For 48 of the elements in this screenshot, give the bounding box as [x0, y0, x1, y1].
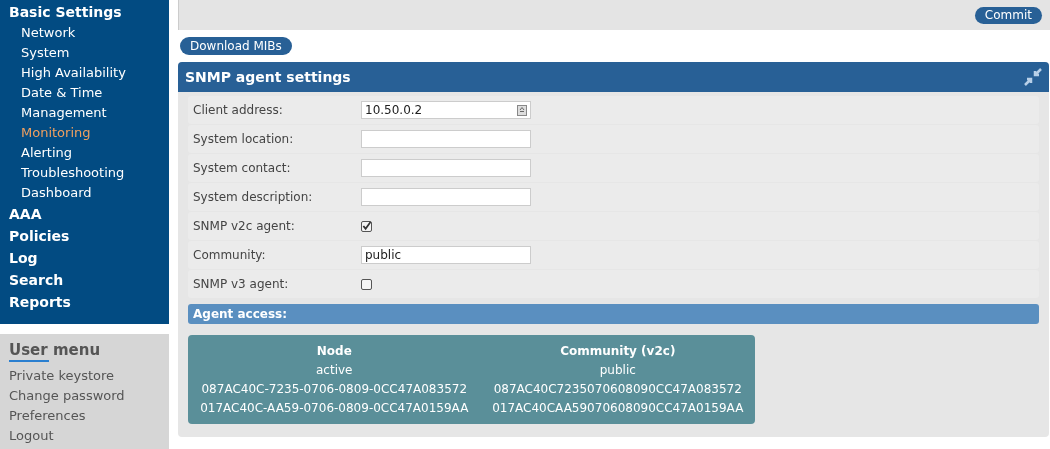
table-cell-text: 087AC40C-7235-0706-0809-0CC47A083572 — [200, 381, 469, 398]
nav-section-link[interactable]: AAA — [9, 203, 42, 225]
collapse-icon[interactable] — [1024, 68, 1042, 86]
column-header: Community (v2c) — [559, 343, 677, 360]
field-label: System location: — [193, 131, 295, 148]
nav-link[interactable]: Alerting — [9, 143, 73, 163]
nav-section-link[interactable]: Policies — [9, 225, 70, 247]
picker-icon[interactable] — [517, 104, 527, 116]
field-label: SNMP v3 agent: — [193, 276, 290, 293]
nav-link[interactable]: Monitoring — [9, 123, 91, 143]
user-menu-title: User menu — [9, 340, 101, 360]
table-cell-text: 087AC40C7235070608090CC47A083572 — [492, 381, 743, 398]
table-cell-text: active — [315, 362, 354, 379]
input-field[interactable]: public — [361, 246, 531, 264]
input-field[interactable]: 10.50.0.2 — [361, 101, 531, 119]
nav-link[interactable]: Dashboard — [9, 183, 92, 203]
section-title: Agent access: — [193, 306, 288, 323]
field-label: Community: — [193, 247, 267, 264]
column-header: Node — [315, 343, 353, 360]
nav-link[interactable]: Management — [9, 103, 107, 123]
checkbox[interactable] — [361, 278, 372, 290]
input-field[interactable] — [361, 130, 531, 148]
nav-section-link[interactable]: Search — [9, 269, 64, 291]
user-menu-link[interactable]: Preferences — [9, 406, 86, 426]
nav-link[interactable]: High Availability — [9, 63, 126, 83]
nav-link[interactable]: Network — [9, 23, 76, 43]
table-cell-text: 017AC40CAA59070608090CC47A0159AA — [491, 400, 745, 417]
nav-link[interactable]: Date & Time — [9, 83, 103, 103]
field-label: SNMP v2c agent: — [193, 218, 296, 235]
field-label: System contact: — [193, 160, 292, 177]
table-cell-text: public — [598, 362, 637, 379]
commit-button[interactable]: Commit — [974, 6, 1042, 24]
checkbox[interactable] — [361, 220, 372, 232]
table-cell-text: 017AC40C-AA59-0706-0809-0CC47A0159AA — [199, 400, 470, 417]
field-label: System description: — [193, 189, 314, 206]
input-field[interactable] — [361, 159, 531, 177]
nav-section-link[interactable]: Reports — [9, 291, 71, 313]
user-menu-link[interactable]: Private keystore — [9, 366, 115, 386]
user-menu-link[interactable]: Logout — [9, 426, 54, 446]
user-menu-link[interactable]: Change password — [9, 386, 125, 406]
panel-title: SNMP agent settings — [185, 67, 351, 87]
nav-section-link[interactable]: Basic Settings — [9, 1, 122, 23]
download-mibs-button[interactable]: Download MIBs — [180, 37, 292, 55]
nav-section-link[interactable]: Log — [9, 247, 38, 269]
nav-link[interactable]: System — [9, 43, 70, 63]
nav-link[interactable]: Troubleshooting — [9, 163, 125, 183]
field-label: Client address: — [193, 102, 284, 119]
input-field[interactable] — [361, 188, 531, 206]
